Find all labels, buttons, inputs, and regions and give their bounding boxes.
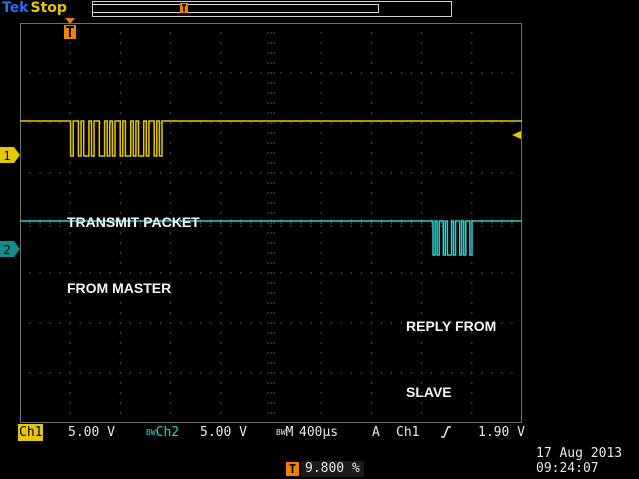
channel-1-scale: 5.00 V [68,425,115,440]
channel-1-waveform [20,120,522,157]
rising-edge-icon[interactable] [440,424,452,440]
brand-logo: Tek [2,0,29,16]
date-label: 17 Aug 2013 [536,446,623,461]
channel-1-ground-marker[interactable]: 1 [0,147,20,163]
trigger-position-readout: T 9.800 % [286,461,364,477]
channel-2-marker-label: 2 [3,243,10,257]
bandwidth-limit-icon: BW [146,428,156,437]
reply-annotation-line1: REPLY FROM [406,318,497,334]
trigger-position-marker-top [180,3,188,13]
channel-2-label: Ch2 [155,425,180,440]
top-status-bar: Tek Stop [0,0,639,18]
channel-1-badge[interactable]: Ch1 [18,424,44,441]
datetime: 17 Aug 2013 09:24:07 [536,446,622,476]
transmit-annotation-line2: FROM MASTER [67,280,172,296]
record-view-window [92,4,379,13]
reply-annotation-line2: SLAVE [406,384,452,400]
reply-annotation: REPLY FROM SLAVE [406,271,496,425]
trigger-level-arrow-icon[interactable] [510,129,522,141]
run-state-label: Stop [30,0,67,16]
channel-2-badge[interactable]: BWCh2 [146,424,179,441]
bandwidth-limit-icon: BW [276,428,286,437]
channel-2-ground-marker[interactable]: 2 [0,241,20,257]
trigger-position-value[interactable]: 9.800 % [301,461,364,477]
trigger-source[interactable]: Ch1 [396,424,419,441]
timebase-label: BWM [276,425,294,440]
channel-status-bar: Ch1 5.00 V BWCh2 5.00 V BWM 400µs A Ch1 … [18,424,526,441]
trigger-level[interactable]: 1.90 V [478,424,525,441]
trigger-badge-icon: T [286,462,299,476]
acquisition-mode: A [372,425,380,440]
channel-1-marker-label: 1 [3,149,10,163]
timebase-value[interactable]: 400µs [299,424,338,441]
brand-run-state: Tek Stop [2,0,67,17]
channel-2-scale: 5.00 V [200,425,247,440]
time-label: 09:24:07 [536,461,599,476]
transmit-annotation-line1: TRANSMIT PACKET [67,214,200,230]
transmit-annotation: TRANSMIT PACKET FROM MASTER [67,167,200,321]
